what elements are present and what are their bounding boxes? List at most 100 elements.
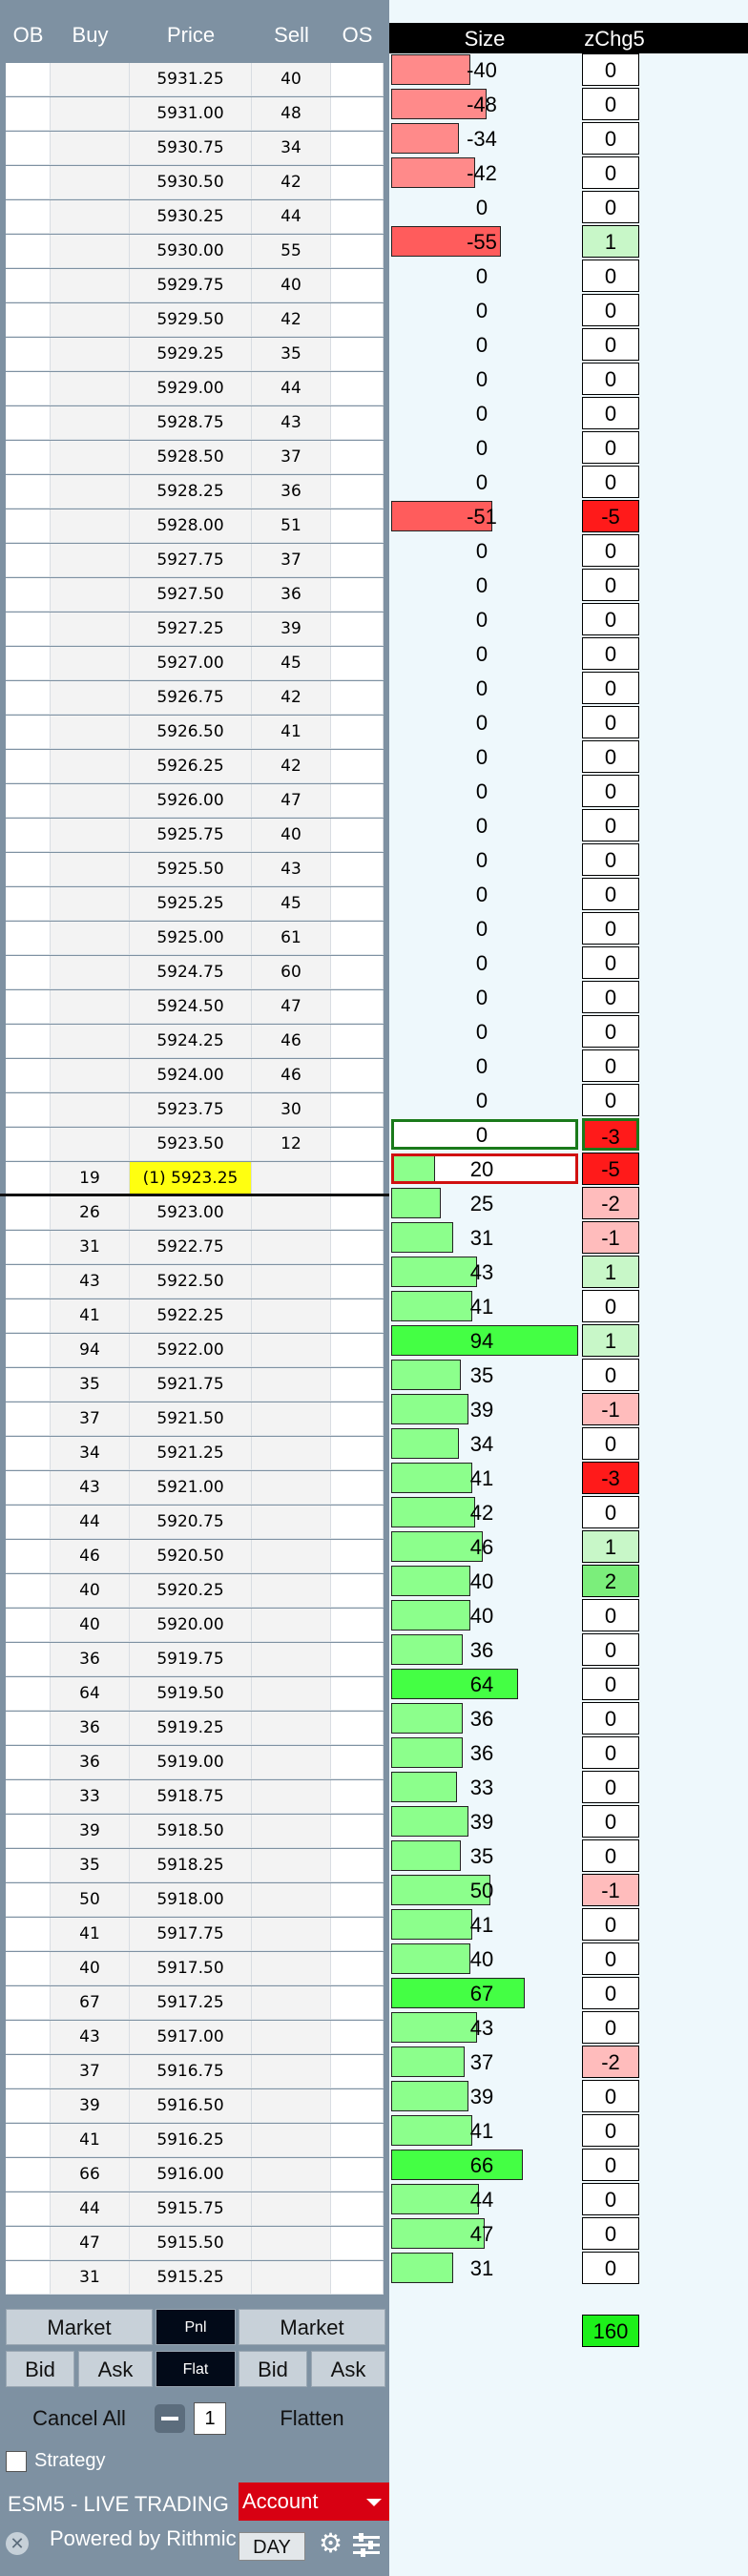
flatten-button[interactable]: Flatten xyxy=(239,2400,385,2437)
buy-cell[interactable] xyxy=(51,578,130,612)
settings-sliders-icon[interactable] xyxy=(351,2532,382,2559)
buy-market-button[interactable]: Market xyxy=(6,2309,153,2345)
sell-cell[interactable] xyxy=(252,1746,331,1779)
buy-cell[interactable]: 66 xyxy=(51,2158,130,2192)
buy-cell[interactable] xyxy=(51,63,130,96)
sell-cell[interactable] xyxy=(252,1986,331,2020)
buy-cell[interactable] xyxy=(51,200,130,234)
sell-cell[interactable] xyxy=(252,1952,331,1985)
sell-cell[interactable]: 42 xyxy=(252,750,331,783)
sell-cell[interactable]: 46 xyxy=(252,1059,331,1092)
sell-cell[interactable] xyxy=(252,1815,331,1848)
buy-cell[interactable]: 41 xyxy=(51,1299,130,1333)
buy-cell[interactable] xyxy=(51,1059,130,1092)
sell-cell[interactable] xyxy=(252,1265,331,1298)
buy-cell[interactable]: 40 xyxy=(51,1952,130,1985)
sell-cell[interactable]: 42 xyxy=(252,303,331,337)
sell-cell[interactable]: 47 xyxy=(252,784,331,818)
sell-cell[interactable]: 47 xyxy=(252,990,331,1024)
sell-cell[interactable] xyxy=(252,2055,331,2088)
buy-cell[interactable] xyxy=(51,509,130,543)
sell-cell[interactable]: 40 xyxy=(252,819,331,852)
sell-cell[interactable] xyxy=(252,2227,331,2260)
sell-cell[interactable]: 36 xyxy=(252,475,331,509)
sell-cell[interactable] xyxy=(252,1540,331,1573)
sell-cell[interactable] xyxy=(252,1883,331,1917)
buy-cell[interactable] xyxy=(51,887,130,921)
account-dropdown[interactable]: Account xyxy=(239,2483,389,2521)
buy-cell[interactable]: 47 xyxy=(51,2227,130,2260)
decrease-quantity-button[interactable] xyxy=(155,2404,185,2433)
cancel-all-button[interactable]: Cancel All xyxy=(6,2400,153,2437)
buy-cell[interactable]: 41 xyxy=(51,1918,130,1951)
sell-cell[interactable]: 40 xyxy=(252,63,331,96)
buy-cell[interactable]: 64 xyxy=(51,1677,130,1711)
buy-cell[interactable] xyxy=(51,647,130,680)
sell-cell[interactable] xyxy=(252,1918,331,1951)
sell-cell[interactable]: 45 xyxy=(252,647,331,680)
buy-cell[interactable]: 35 xyxy=(51,1368,130,1402)
buy-cell[interactable]: 39 xyxy=(51,1815,130,1848)
buy-cell[interactable] xyxy=(51,235,130,268)
buy-cell[interactable] xyxy=(51,475,130,509)
sell-cell[interactable] xyxy=(252,2089,331,2123)
buy-cell[interactable] xyxy=(51,716,130,749)
sell-cell[interactable]: 44 xyxy=(252,200,331,234)
sell-cell[interactable]: 37 xyxy=(252,544,331,577)
sell-cell[interactable] xyxy=(252,1849,331,1882)
buy-cell[interactable]: 31 xyxy=(51,2261,130,2295)
sell-cell[interactable] xyxy=(252,1643,331,1676)
buy-cell[interactable] xyxy=(51,406,130,440)
buy-cell[interactable] xyxy=(51,750,130,783)
sell-cell[interactable]: 48 xyxy=(252,97,331,131)
strategy-checkbox[interactable] xyxy=(6,2451,27,2472)
buy-cell[interactable]: 33 xyxy=(51,1780,130,1814)
sell-cell[interactable] xyxy=(252,2261,331,2295)
gear-icon[interactable]: ⚙ xyxy=(319,2530,345,2557)
quantity-input[interactable]: 1 xyxy=(194,2402,226,2435)
buy-cell[interactable] xyxy=(51,956,130,989)
buy-cell[interactable]: 36 xyxy=(51,1643,130,1676)
sell-cell[interactable]: 44 xyxy=(252,372,331,405)
sell-cell[interactable]: 45 xyxy=(252,887,331,921)
buy-cell[interactable] xyxy=(51,97,130,131)
sell-cell[interactable]: 42 xyxy=(252,166,331,199)
pnl-button[interactable]: Pnl xyxy=(156,2309,236,2345)
buy-cell[interactable]: 40 xyxy=(51,1609,130,1642)
sell-cell[interactable] xyxy=(252,1437,331,1470)
buy-cell[interactable]: 26 xyxy=(51,1196,130,1230)
sell-cell[interactable]: 30 xyxy=(252,1093,331,1127)
sell-cell[interactable] xyxy=(252,1231,331,1264)
sell-cell[interactable]: 40 xyxy=(252,269,331,302)
buy-cell[interactable]: 19 xyxy=(51,1162,130,1195)
sell-cell[interactable] xyxy=(252,1506,331,1539)
buy-cell[interactable]: 35 xyxy=(51,1849,130,1882)
sell-cell[interactable] xyxy=(252,2021,331,2054)
buy-cell[interactable]: 41 xyxy=(51,2124,130,2157)
buy-cell[interactable]: 37 xyxy=(51,1402,130,1436)
sell-cell[interactable] xyxy=(252,1677,331,1711)
sell-cell[interactable] xyxy=(252,1780,331,1814)
buy-cell[interactable]: 40 xyxy=(51,1574,130,1608)
sell-cell[interactable] xyxy=(252,1334,331,1367)
sell-cell[interactable]: 61 xyxy=(252,922,331,955)
sell-cell[interactable]: 51 xyxy=(252,509,331,543)
buy-cell[interactable]: 44 xyxy=(51,2192,130,2226)
sell-cell[interactable]: 60 xyxy=(252,956,331,989)
buy-cell[interactable] xyxy=(51,922,130,955)
close-icon[interactable]: ✕ xyxy=(6,2532,29,2555)
sell-cell[interactable]: 46 xyxy=(252,1025,331,1058)
buy-cell[interactable] xyxy=(51,269,130,302)
sell-cell[interactable] xyxy=(252,2124,331,2157)
sell-cell[interactable]: 39 xyxy=(252,613,331,646)
buy-cell[interactable]: 46 xyxy=(51,1540,130,1573)
sell-cell[interactable] xyxy=(252,1196,331,1230)
sell-cell[interactable]: 55 xyxy=(252,235,331,268)
sell-cell[interactable] xyxy=(252,1162,331,1195)
buy-cell[interactable]: 37 xyxy=(51,2055,130,2088)
sell-cell[interactable] xyxy=(252,1368,331,1402)
buy-cell[interactable] xyxy=(51,544,130,577)
sell-cell[interactable]: 43 xyxy=(252,853,331,886)
buy-cell[interactable] xyxy=(51,784,130,818)
sell-cell[interactable] xyxy=(252,1712,331,1745)
